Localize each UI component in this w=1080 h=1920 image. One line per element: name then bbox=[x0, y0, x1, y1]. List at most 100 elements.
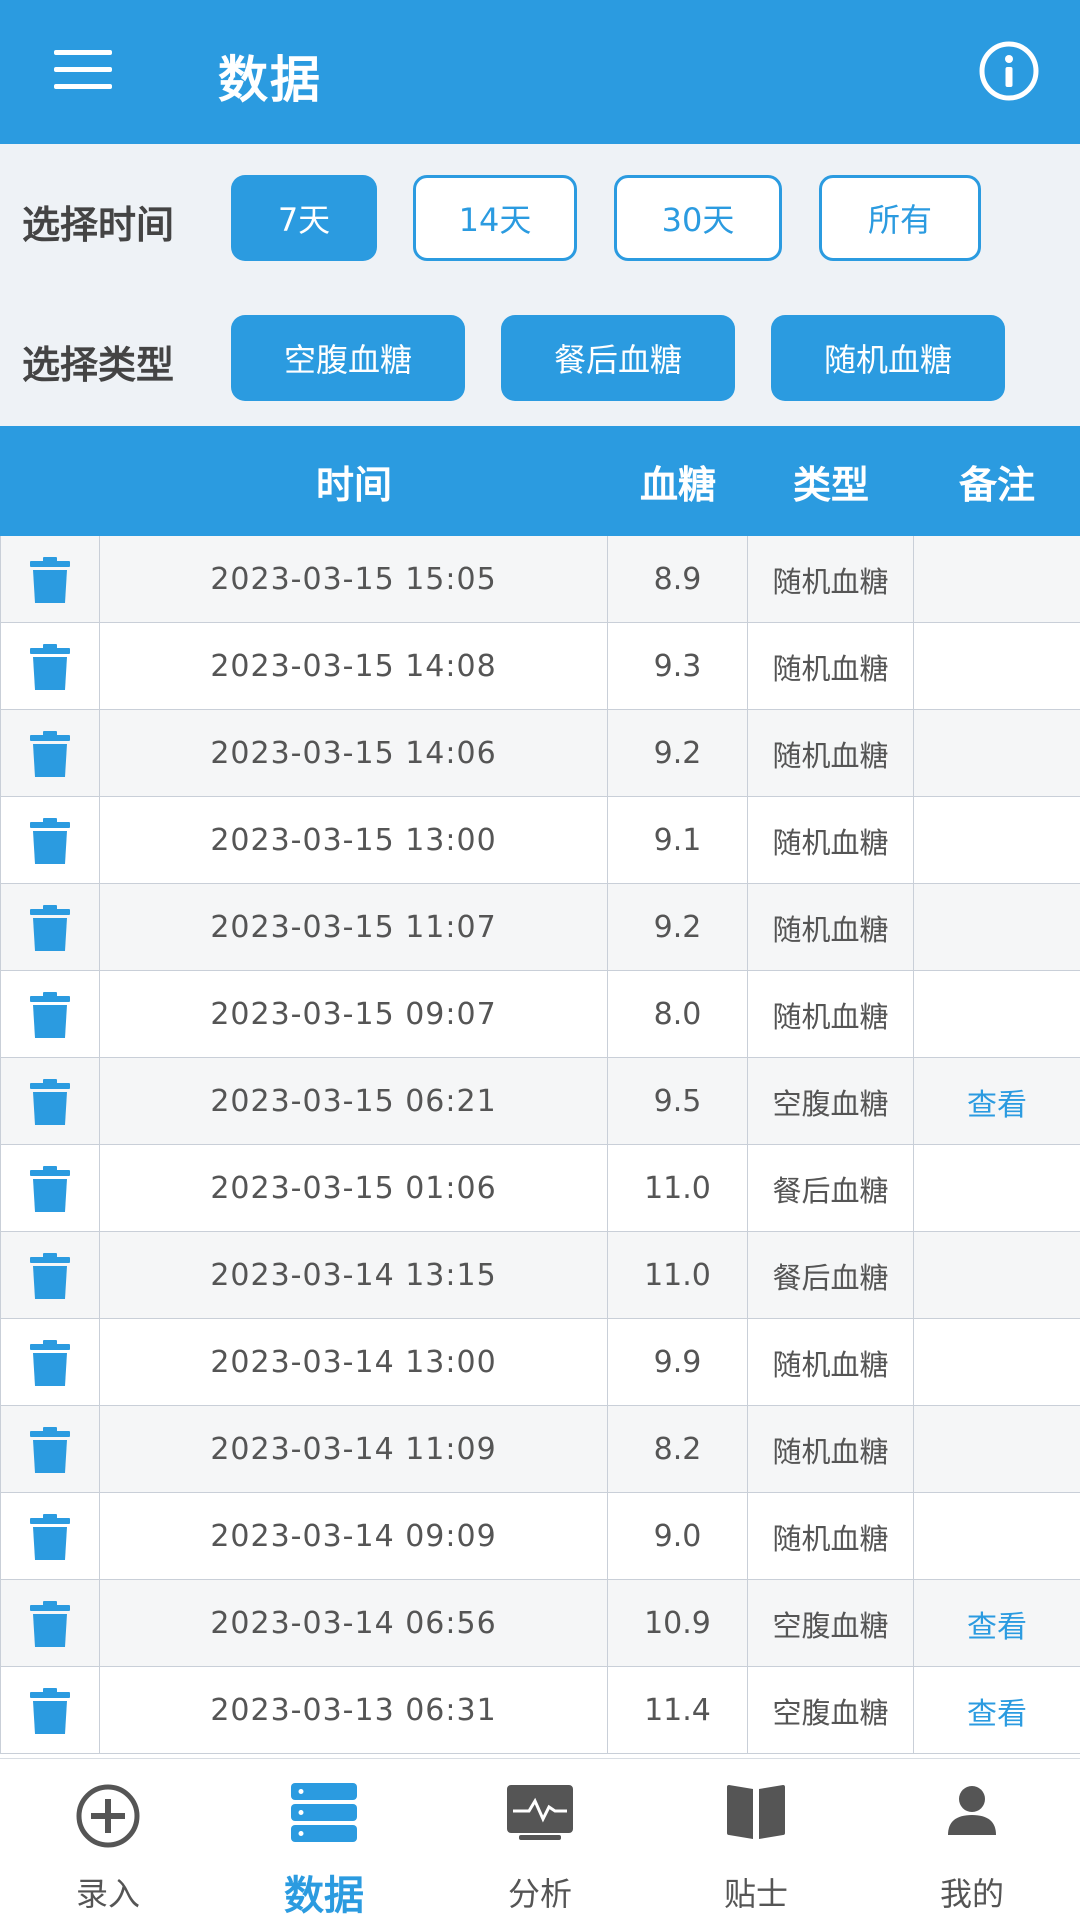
menu-icon[interactable] bbox=[54, 50, 112, 90]
type-option-random[interactable]: 随机血糖 bbox=[771, 315, 1005, 401]
cell-time: 2023-03-15 11:07 bbox=[100, 884, 608, 971]
info-icon[interactable] bbox=[978, 40, 1040, 102]
cell-glucose: 11.0 bbox=[608, 1145, 748, 1232]
table-row: 2023-03-14 13:15 11.0 餐后血糖 bbox=[0, 1232, 1080, 1319]
cell-type: 随机血糖 bbox=[748, 710, 914, 797]
view-note-link bbox=[914, 1232, 1080, 1319]
cell-type: 随机血糖 bbox=[748, 1493, 914, 1580]
plus-circle-icon bbox=[76, 1784, 140, 1848]
cell-type: 餐后血糖 bbox=[748, 1145, 914, 1232]
delete-cell bbox=[0, 1232, 100, 1319]
delete-cell bbox=[0, 1493, 100, 1580]
type-filter-label: 选择类型 bbox=[22, 343, 175, 387]
cell-type: 随机血糖 bbox=[748, 536, 914, 623]
user-icon bbox=[948, 1786, 996, 1835]
nav-profile[interactable]: 我的 bbox=[882, 1759, 1062, 1920]
trash-icon[interactable] bbox=[30, 991, 70, 1038]
table-row: 2023-03-13 06:31 11.4 空腹血糖 查看 bbox=[0, 1667, 1080, 1754]
table-row: 2023-03-15 14:06 9.2 随机血糖 bbox=[0, 710, 1080, 797]
delete-cell bbox=[0, 1145, 100, 1232]
header-note: 备注 bbox=[958, 462, 1035, 507]
table-row: 2023-03-15 01:06 11.0 餐后血糖 bbox=[0, 1145, 1080, 1232]
cell-glucose: 9.3 bbox=[608, 623, 748, 710]
trash-icon[interactable] bbox=[30, 904, 70, 951]
delete-cell bbox=[0, 623, 100, 710]
table-row: 2023-03-14 13:00 9.9 随机血糖 bbox=[0, 1319, 1080, 1406]
nav-label: 录入 bbox=[75, 1875, 140, 1913]
view-note-link bbox=[914, 797, 1080, 884]
cell-type: 随机血糖 bbox=[748, 1406, 914, 1493]
cell-glucose: 8.2 bbox=[608, 1406, 748, 1493]
cell-time: 2023-03-14 09:09 bbox=[100, 1493, 608, 1580]
header-time[interactable]: 时间 bbox=[100, 426, 608, 536]
database-icon bbox=[291, 1783, 357, 1842]
cell-time: 2023-03-15 14:08 bbox=[100, 623, 608, 710]
time-option-14d[interactable]: 14天 bbox=[413, 175, 577, 261]
trash-icon[interactable] bbox=[30, 1252, 70, 1299]
page-title: 数据 bbox=[218, 51, 322, 109]
trash-icon[interactable] bbox=[30, 1165, 70, 1212]
delete-cell bbox=[0, 1580, 100, 1667]
nav-label: 分析 bbox=[507, 1875, 572, 1913]
cell-time: 2023-03-14 13:00 bbox=[100, 1319, 608, 1406]
nav-entry[interactable]: 录入 bbox=[18, 1759, 198, 1920]
filter-panel: 选择时间 7天 14天 30天 所有 选择类型 空腹血糖 餐后血糖 随机血糖 bbox=[0, 144, 1080, 426]
trash-icon[interactable] bbox=[30, 1687, 70, 1734]
cell-type: 空腹血糖 bbox=[748, 1058, 914, 1145]
table-row: 2023-03-14 06:56 10.9 空腹血糖 查看 bbox=[0, 1580, 1080, 1667]
delete-cell bbox=[0, 1058, 100, 1145]
cell-type: 随机血糖 bbox=[748, 884, 914, 971]
trash-icon[interactable] bbox=[30, 643, 70, 690]
time-option-all[interactable]: 所有 bbox=[819, 175, 981, 261]
time-option-30d[interactable]: 30天 bbox=[614, 175, 782, 261]
trash-icon[interactable] bbox=[30, 1513, 70, 1560]
view-note-link bbox=[914, 1319, 1080, 1406]
delete-cell bbox=[0, 797, 100, 884]
trash-icon[interactable] bbox=[30, 1339, 70, 1386]
header-type[interactable]: 类型 bbox=[748, 426, 914, 536]
cell-type: 随机血糖 bbox=[748, 1319, 914, 1406]
table-row: 2023-03-15 15:05 8.9 随机血糖 bbox=[0, 536, 1080, 623]
cell-glucose: 9.0 bbox=[608, 1493, 748, 1580]
cell-type: 空腹血糖 bbox=[748, 1667, 914, 1754]
delete-cell bbox=[0, 536, 100, 623]
cell-type: 空腹血糖 bbox=[748, 1580, 914, 1667]
cell-time: 2023-03-14 06:56 bbox=[100, 1580, 608, 1667]
chart-monitor-icon bbox=[507, 1785, 573, 1840]
type-option-postmeal[interactable]: 餐后血糖 bbox=[501, 315, 735, 401]
cell-glucose: 11.4 bbox=[608, 1667, 748, 1754]
nav-data[interactable]: 数据 bbox=[234, 1759, 414, 1920]
view-note-link[interactable]: 查看 bbox=[914, 1667, 1080, 1754]
nav-label: 数据 bbox=[284, 1873, 364, 1919]
type-option-fasting[interactable]: 空腹血糖 bbox=[231, 315, 465, 401]
table-row: 2023-03-15 14:08 9.3 随机血糖 bbox=[0, 623, 1080, 710]
trash-icon[interactable] bbox=[30, 556, 70, 603]
view-note-link[interactable]: 查看 bbox=[914, 1058, 1080, 1145]
trash-icon[interactable] bbox=[30, 730, 70, 777]
cell-type: 随机血糖 bbox=[748, 971, 914, 1058]
delete-cell bbox=[0, 884, 100, 971]
cell-glucose: 8.0 bbox=[608, 971, 748, 1058]
table-row: 2023-03-14 11:09 8.2 随机血糖 bbox=[0, 1406, 1080, 1493]
trash-icon[interactable] bbox=[30, 1600, 70, 1647]
nav-analysis[interactable]: 分析 bbox=[450, 1759, 630, 1920]
table-row: 2023-03-14 09:09 9.0 随机血糖 bbox=[0, 1493, 1080, 1580]
cell-time: 2023-03-15 13:00 bbox=[100, 797, 608, 884]
view-note-link bbox=[914, 710, 1080, 797]
trash-icon[interactable] bbox=[30, 1078, 70, 1125]
trash-icon[interactable] bbox=[30, 817, 70, 864]
cell-time: 2023-03-15 15:05 bbox=[100, 536, 608, 623]
cell-type: 随机血糖 bbox=[748, 623, 914, 710]
nav-tips[interactable]: 贴士 bbox=[666, 1759, 846, 1920]
time-option-7d[interactable]: 7天 bbox=[231, 175, 377, 261]
trash-icon[interactable] bbox=[30, 1426, 70, 1473]
table-header: 时间 血糖 类型 备注 bbox=[0, 426, 1080, 536]
view-note-link[interactable]: 查看 bbox=[914, 1580, 1080, 1667]
header-value[interactable]: 血糖 bbox=[608, 426, 748, 536]
view-note-link bbox=[914, 623, 1080, 710]
cell-time: 2023-03-13 06:31 bbox=[100, 1667, 608, 1754]
view-note-link bbox=[914, 1493, 1080, 1580]
delete-cell bbox=[0, 710, 100, 797]
cell-time: 2023-03-15 01:06 bbox=[100, 1145, 608, 1232]
table-row: 2023-03-15 09:07 8.0 随机血糖 bbox=[0, 971, 1080, 1058]
